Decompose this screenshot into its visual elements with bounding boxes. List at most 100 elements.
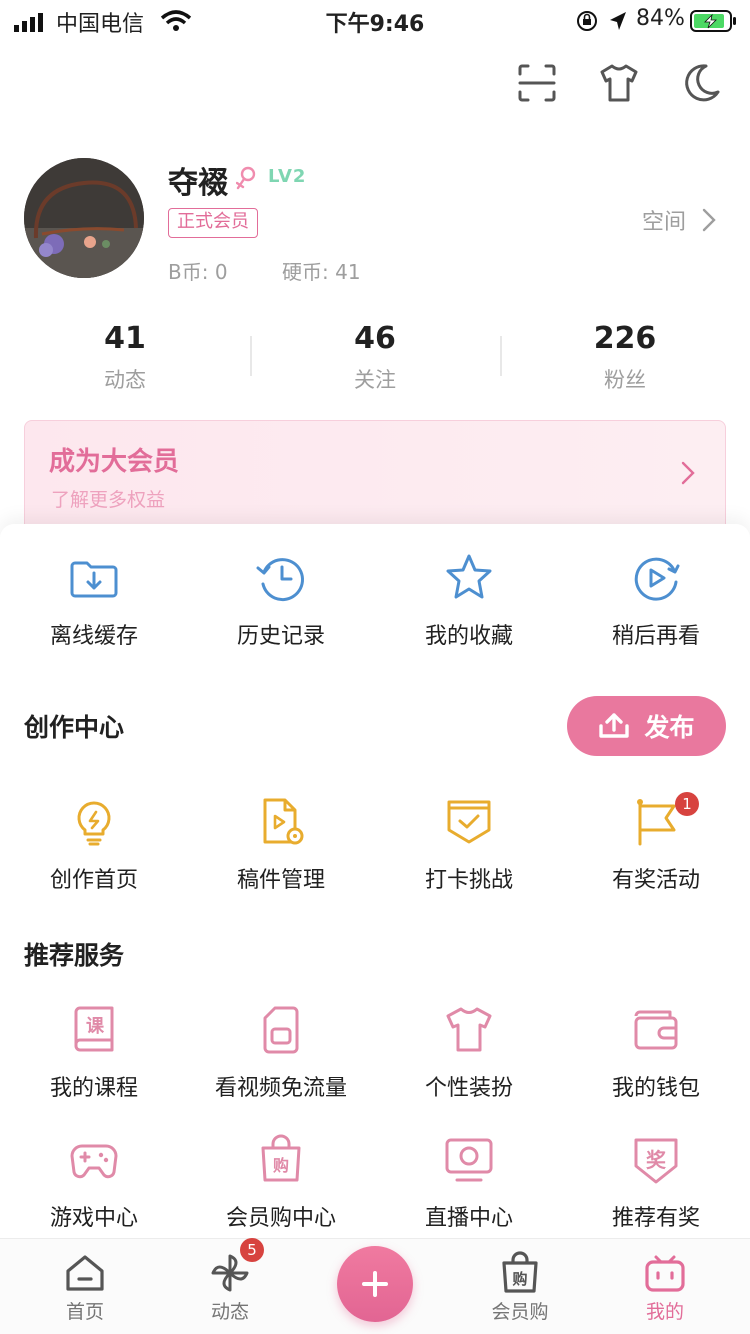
home-icon — [66, 1255, 104, 1291]
creation-item-manuscripts[interactable]: 稿件管理 — [187, 796, 375, 894]
publish-button[interactable]: 发布 — [567, 696, 726, 756]
stat-followers[interactable]: 226 粉丝 — [525, 320, 725, 394]
vip-banner[interactable]: 成为大会员 了解更多权益 — [24, 420, 726, 540]
chevron-right-icon[interactable] — [700, 206, 718, 234]
location-arrow-icon — [610, 12, 626, 30]
vip-banner-title: 成为大会员 — [49, 447, 180, 477]
service-label: 会员购中心 — [225, 1206, 336, 1231]
star-icon — [446, 554, 492, 599]
divider — [250, 336, 252, 376]
service-label: 推荐有奖 — [611, 1206, 700, 1231]
service-vip-shop[interactable]: 购 会员购中心 — [187, 1134, 375, 1232]
scan-icon[interactable] — [516, 62, 558, 104]
service-label: 游戏中心 — [49, 1206, 138, 1231]
sim-card-icon — [263, 1006, 299, 1054]
gamepad-icon — [70, 1144, 118, 1179]
course-book-icon: 课 — [74, 1006, 114, 1052]
avatar-image — [24, 158, 144, 278]
service-free-data[interactable]: 看视频免流量 — [187, 1004, 375, 1102]
create-post-button[interactable] — [337, 1246, 413, 1322]
service-label: 个性装扮 — [424, 1076, 513, 1101]
creation-item-label: 稿件管理 — [236, 868, 325, 893]
quick-action-label: 我的收藏 — [424, 624, 513, 649]
quick-action-label: 离线缓存 — [49, 624, 138, 649]
tab-label: 动态 — [210, 1301, 249, 1323]
rotation-lock-icon — [577, 11, 597, 31]
creation-item-checkin[interactable]: 打卡挑战 — [375, 796, 563, 894]
service-game-center[interactable]: 游戏中心 — [0, 1134, 188, 1232]
tab-vip-shop[interactable]: 购 会员购 — [460, 1239, 580, 1334]
document-play-icon — [263, 798, 304, 845]
download-folder-icon — [70, 561, 118, 598]
shopping-bag-icon: 购 — [261, 1134, 301, 1182]
tv-face-icon — [645, 1255, 685, 1292]
service-icon-glyph: 课 — [86, 1016, 105, 1037]
moon-icon[interactable] — [680, 62, 722, 104]
quick-action-label: 历史记录 — [236, 624, 325, 649]
stat-value: 226 — [593, 321, 657, 356]
stat-value: 41 — [104, 321, 146, 356]
service-label: 看视频免流量 — [214, 1076, 347, 1101]
creation-item-events[interactable]: 有奖活动 — [562, 796, 750, 894]
tab-home[interactable]: 首页 — [25, 1239, 145, 1334]
divider — [500, 336, 502, 376]
tab-mine[interactable]: 我的 — [605, 1239, 725, 1334]
service-decoration[interactable]: 个性装扮 — [375, 1004, 563, 1102]
history-clock-icon — [256, 558, 305, 602]
award-badge-icon: 奖 — [634, 1138, 678, 1184]
upload-icon — [599, 713, 630, 738]
service-my-courses[interactable]: 课 我的课程 — [0, 1004, 188, 1102]
tab-dynamic[interactable]: 动态 — [170, 1239, 290, 1334]
status-bar: 中国电信 下午9:46 84% — [0, 0, 750, 40]
watch-later-icon — [634, 557, 680, 601]
battery-icon — [690, 10, 736, 32]
b-coin-count: B币: 0 — [168, 260, 228, 284]
notification-badge: 5 — [240, 1238, 264, 1262]
recommended-title: 推荐服务 — [24, 941, 125, 970]
stat-label: 动态 — [104, 368, 146, 392]
service-label: 我的钱包 — [611, 1076, 700, 1101]
stat-label: 关注 — [354, 368, 396, 392]
quick-action-label: 稍后再看 — [611, 624, 700, 649]
creation-item-label: 创作首页 — [49, 868, 138, 893]
level-badge: LV2 — [268, 166, 307, 187]
tab-label: 我的 — [645, 1301, 684, 1323]
stat-value: 46 — [354, 321, 396, 356]
tab-icon-glyph: 购 — [512, 1270, 527, 1288]
service-wallet[interactable]: 我的钱包 — [562, 1004, 750, 1102]
quick-action-history[interactable]: 历史记录 — [187, 552, 375, 650]
notification-badge: 1 — [675, 792, 699, 816]
hard-coin-count: 硬币: 41 — [282, 260, 361, 284]
tshirt-icon — [446, 1007, 492, 1052]
vip-banner-subtitle: 了解更多权益 — [51, 489, 166, 511]
space-link[interactable]: 空间 — [642, 204, 686, 236]
battery-percent: 84% — [636, 6, 685, 31]
service-icon-glyph: 购 — [273, 1156, 289, 1175]
stat-label: 粉丝 — [604, 368, 646, 392]
lightbulb-icon — [77, 801, 111, 846]
quick-action-favorites[interactable]: 我的收藏 — [375, 552, 563, 650]
service-label: 直播中心 — [424, 1206, 513, 1231]
stat-following[interactable]: 46 关注 — [275, 320, 475, 394]
service-live-center[interactable]: 直播中心 — [375, 1134, 563, 1232]
plus-icon — [362, 1271, 388, 1297]
service-icon-glyph: 奖 — [646, 1148, 667, 1172]
creation-item-home[interactable]: 创作首页 — [0, 796, 188, 894]
creation-center-title: 创作中心 — [24, 713, 125, 742]
chevron-right-icon — [681, 461, 695, 485]
shopping-bag-icon: 购 — [502, 1251, 538, 1293]
publish-label: 发布 — [644, 713, 695, 742]
quick-action-offline-cache[interactable]: 离线缓存 — [0, 552, 188, 650]
vip-tag[interactable]: 正式会员 — [168, 208, 258, 238]
quick-action-watch-later[interactable]: 稍后再看 — [562, 552, 750, 650]
female-gender-icon — [236, 166, 256, 190]
service-referral-reward[interactable]: 奖 推荐有奖 — [562, 1134, 750, 1232]
stat-posts[interactable]: 41 动态 — [25, 320, 225, 394]
creation-item-label: 打卡挑战 — [424, 868, 513, 893]
avatar[interactable] — [24, 158, 144, 278]
wallet-icon — [634, 1010, 678, 1050]
tab-label: 会员购 — [491, 1301, 549, 1323]
tshirt-icon[interactable] — [598, 62, 640, 104]
tab-label: 首页 — [65, 1301, 104, 1323]
tv-icon — [445, 1138, 493, 1182]
